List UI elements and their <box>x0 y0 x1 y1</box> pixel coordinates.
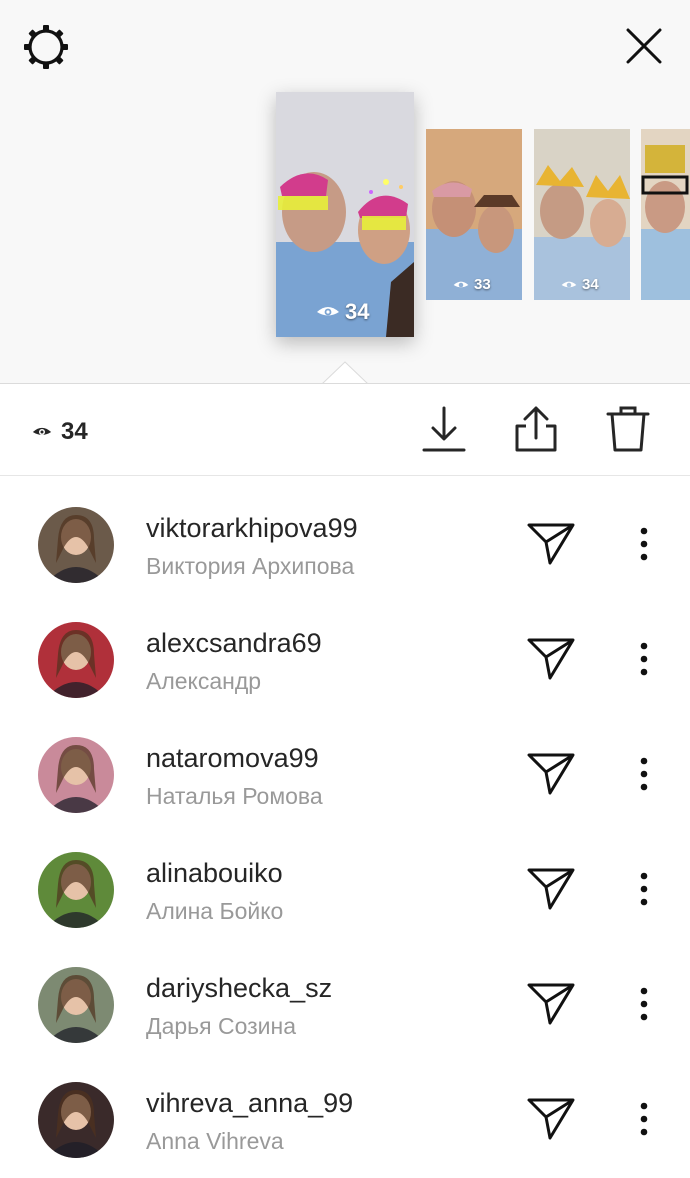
avatar-photo <box>38 1082 114 1158</box>
avatar-photo <box>38 622 114 698</box>
send-icon <box>527 1098 575 1140</box>
send-message-button[interactable] <box>526 981 576 1027</box>
eye-icon <box>317 307 339 316</box>
viewer-username[interactable]: vihreva_anna_99 <box>146 1088 353 1119</box>
more-options-button[interactable] <box>630 640 658 678</box>
viewer-row[interactable]: alinabouiko Алина Бойко <box>0 832 690 947</box>
story-preview-area: 34 33 34 <box>0 0 690 385</box>
more-vertical-icon <box>640 527 648 561</box>
close-button[interactable] <box>622 24 666 68</box>
send-message-button[interactable] <box>526 1096 576 1142</box>
avatar-photo <box>38 852 114 928</box>
more-vertical-icon <box>640 987 648 1021</box>
more-vertical-icon <box>640 872 648 906</box>
story-thumbnail-selected[interactable]: 34 <box>276 92 414 337</box>
story-photo <box>641 129 690 300</box>
viewer-full-name: Дарья Созина <box>146 1013 297 1039</box>
more-vertical-icon <box>640 642 648 676</box>
avatar-photo <box>38 737 114 813</box>
avatar[interactable] <box>38 852 114 928</box>
download-icon <box>422 406 466 452</box>
avatar[interactable] <box>38 737 114 813</box>
share-icon <box>515 406 557 452</box>
story-view-count: 34 <box>561 276 599 293</box>
more-options-button[interactable] <box>630 755 658 793</box>
send-icon <box>527 753 575 795</box>
send-icon <box>527 983 575 1025</box>
viewer-full-name: Алина Бойко <box>146 898 284 924</box>
selected-story-pointer <box>321 361 369 385</box>
avatar-photo <box>38 507 114 583</box>
story-view-count: 34 <box>316 299 369 325</box>
settings-button[interactable] <box>22 23 70 71</box>
send-message-button[interactable] <box>526 866 576 912</box>
avatar[interactable] <box>38 507 114 583</box>
viewer-full-name: Виктория Архипова <box>146 553 355 579</box>
story-thumbnail[interactable]: 33 <box>426 129 522 300</box>
viewer-full-name: Александр <box>146 668 262 694</box>
eye-icon <box>453 281 469 287</box>
viewer-full-name: Наталья Ромова <box>146 783 323 809</box>
send-icon <box>527 523 575 565</box>
total-view-count[interactable]: 34 <box>32 418 88 446</box>
eye-icon <box>561 281 577 287</box>
share-button[interactable] <box>513 404 559 454</box>
send-message-button[interactable] <box>526 521 576 567</box>
avatar[interactable] <box>38 1082 114 1158</box>
viewer-username[interactable]: alinabouiko <box>146 858 283 889</box>
gear-icon <box>24 25 68 69</box>
avatar-photo <box>38 967 114 1043</box>
eye-icon <box>32 427 52 435</box>
send-icon <box>527 868 575 910</box>
more-vertical-icon <box>640 757 648 791</box>
viewer-row[interactable]: alexcsandra69 Александр <box>0 602 690 717</box>
viewer-row[interactable]: nataromova99 Наталья Ромова <box>0 717 690 832</box>
story-view-count: 33 <box>453 276 491 293</box>
story-photo <box>534 129 630 300</box>
viewer-row[interactable]: viktorarkhipova99 Виктория Архипова <box>0 487 690 602</box>
send-icon <box>527 638 575 680</box>
download-button[interactable] <box>421 404 467 454</box>
story-thumbnail[interactable]: 34 <box>534 129 630 300</box>
more-options-button[interactable] <box>630 525 658 563</box>
more-options-button[interactable] <box>630 985 658 1023</box>
more-vertical-icon <box>640 1102 648 1136</box>
story-thumbnail[interactable] <box>641 129 690 300</box>
trash-icon <box>606 406 650 452</box>
viewer-list: viktorarkhipova99 Виктория Архипова alexcs… <box>0 487 690 1177</box>
viewer-username[interactable]: viktorarkhipova99 <box>146 513 358 544</box>
delete-button[interactable] <box>605 404 651 454</box>
viewer-username[interactable]: dariyshecka_sz <box>146 973 332 1004</box>
send-message-button[interactable] <box>526 636 576 682</box>
story-toolbar: 34 <box>0 384 690 476</box>
more-options-button[interactable] <box>630 1100 658 1138</box>
viewer-username[interactable]: alexcsandra69 <box>146 628 322 659</box>
send-message-button[interactable] <box>526 751 576 797</box>
close-icon <box>626 28 662 64</box>
story-photo <box>426 129 522 300</box>
viewer-row[interactable]: vihreva_anna_99 Anna Vihreva <box>0 1062 690 1177</box>
viewer-row[interactable]: dariyshecka_sz Дарья Созина <box>0 947 690 1062</box>
avatar[interactable] <box>38 967 114 1043</box>
avatar[interactable] <box>38 622 114 698</box>
viewer-username[interactable]: nataromova99 <box>146 743 319 774</box>
more-options-button[interactable] <box>630 870 658 908</box>
viewer-full-name: Anna Vihreva <box>146 1128 284 1154</box>
